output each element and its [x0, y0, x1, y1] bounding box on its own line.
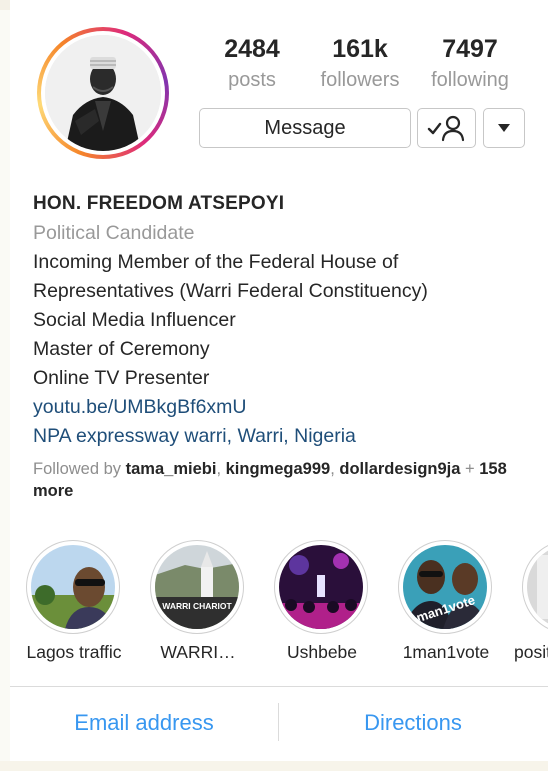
highlight-label: 1man1vote [402, 642, 490, 662]
follower-user[interactable]: tama_miebi [126, 460, 217, 478]
action-divider [10, 686, 548, 687]
bio-line: Master of Ceremony [33, 338, 210, 360]
following-stat[interactable]: 7497 following [420, 34, 520, 94]
bio-line: Representatives (Warri Federal Constitue… [33, 280, 428, 302]
followers-count: 161k [332, 35, 388, 63]
follower-user[interactable]: kingmega999 [226, 460, 331, 478]
person-check-icon [427, 115, 465, 142]
highlight-overlay-text: WARRI CHARIOT [162, 601, 232, 611]
location-link[interactable]: NPA expressway warri, Warri, Nigeria [33, 422, 533, 451]
bottom-edge [0, 761, 548, 771]
following-label: following [431, 69, 509, 91]
followed-by[interactable]: Followed by tama_miebi, kingmega999, dol… [33, 458, 533, 502]
followers-label: followers [320, 69, 400, 91]
posts-label: posts [228, 69, 276, 91]
follower-user[interactable]: dollardesign9ja [339, 460, 460, 478]
posts-count: 2484 [224, 35, 280, 63]
directions-button[interactable]: Directions [279, 707, 547, 739]
profile-avatar[interactable] [37, 27, 169, 159]
following-count: 7497 [442, 35, 498, 63]
profile-page: 2484 posts 161k followers 7497 following… [10, 0, 548, 771]
story-highlight[interactable]: posit [506, 540, 548, 670]
bio-line: Online TV Presenter [33, 367, 210, 389]
followed-by-more: more [33, 482, 74, 500]
highlight-cover [31, 545, 115, 629]
avatar-photo [45, 35, 161, 151]
message-button[interactable]: Message [199, 108, 411, 148]
email-address-button[interactable]: Email address [10, 707, 278, 739]
highlight-label: posit [514, 642, 548, 662]
bio-line: Incoming Member of the Federal House of [33, 251, 399, 273]
followed-by-prefix: Followed by [33, 460, 122, 478]
highlight-label: WARRI… [160, 642, 236, 662]
highlight-cover [279, 545, 363, 629]
highlight-cover [527, 545, 548, 629]
following-toggle-button[interactable] [417, 108, 476, 148]
highlight-cover: man1vote [403, 545, 487, 629]
posts-stat[interactable]: 2484 posts [202, 34, 302, 94]
profile-category: Political Candidate [33, 222, 195, 244]
followers-stat[interactable]: 161k followers [310, 34, 410, 94]
profile-name: HON. FREEDOM ATSEPOYI [33, 193, 285, 214]
highlight-cover: WARRI CHARIOT [155, 545, 239, 629]
bio-line: Social Media Influencer [33, 309, 236, 331]
followed-by-plus: + [465, 460, 475, 478]
suggestions-dropdown-button[interactable] [483, 108, 525, 148]
followed-by-count: 158 [479, 460, 507, 478]
profile-bio: HON. FREEDOM ATSEPOYI Political Candidat… [33, 190, 533, 502]
highlight-label: Lagos traffic [26, 642, 122, 662]
caret-down-icon [498, 124, 510, 132]
website-link[interactable]: youtu.be/UMBkgBf6xmU [33, 393, 533, 422]
highlight-label: Ushbebe [286, 642, 358, 662]
